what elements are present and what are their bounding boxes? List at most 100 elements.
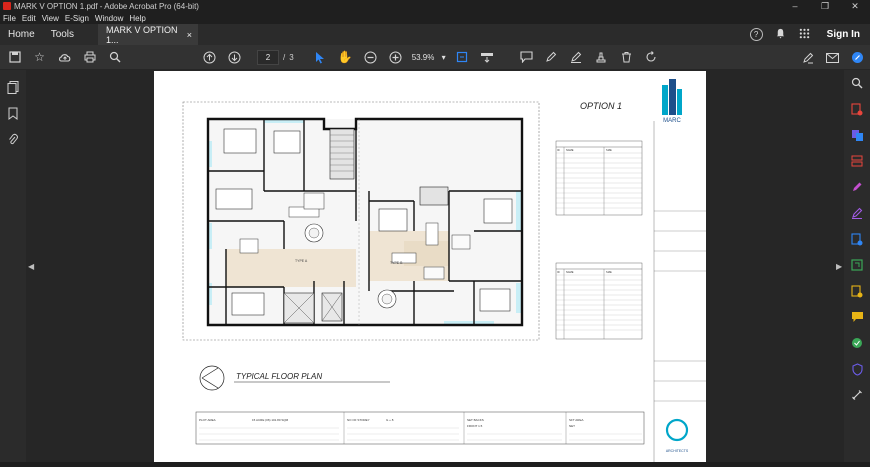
cloud-upload-icon[interactable] bbox=[52, 45, 77, 70]
export-pdf-icon[interactable] bbox=[844, 252, 870, 278]
pdf-app-icon bbox=[3, 2, 11, 10]
bookmark-star-icon[interactable]: ☆ bbox=[27, 45, 52, 70]
firm-name: MARC bbox=[663, 118, 681, 124]
scan-ocr-icon[interactable] bbox=[844, 330, 870, 356]
title-block: MARC ARCHITECTS bbox=[653, 79, 706, 462]
collapse-right-panel-icon[interactable]: ▶ bbox=[836, 262, 842, 271]
chevron-down-icon: ▾ bbox=[441, 52, 446, 62]
option-title: OPTION 1 bbox=[580, 101, 622, 111]
summary-storey-label: NO OF STOREY bbox=[347, 418, 370, 422]
add-comment-icon[interactable] bbox=[844, 304, 870, 330]
comment-icon[interactable] bbox=[514, 45, 539, 70]
area-table-type-b: ID NAME SIZE bbox=[555, 262, 643, 340]
sign-pen-icon[interactable] bbox=[795, 45, 820, 70]
tab-tools[interactable]: Tools bbox=[43, 24, 82, 45]
menu-bar: File Edit View E-Sign Window Help bbox=[0, 12, 870, 24]
menu-edit[interactable]: Edit bbox=[19, 14, 39, 23]
hand-pan-icon[interactable]: ✋ bbox=[333, 45, 358, 70]
tab-home[interactable]: Home bbox=[0, 24, 43, 45]
highlight-pen-icon[interactable] bbox=[539, 45, 564, 70]
combine-files-icon[interactable] bbox=[844, 122, 870, 148]
table-b-col-size: SIZE bbox=[606, 270, 612, 274]
table-a-col-id: ID bbox=[557, 148, 560, 152]
menu-file[interactable]: File bbox=[0, 14, 19, 23]
table-a-col-size: SIZE bbox=[606, 148, 612, 152]
stamp-icon[interactable] bbox=[589, 45, 614, 70]
pdf-page: OPTION 1 TYPE A TYPE B ID NAME SIZE ID N… bbox=[154, 71, 706, 462]
left-sidebar bbox=[0, 70, 26, 462]
type-b-label: TYPE B bbox=[390, 261, 403, 265]
summary-table: PLOT AREA 15 ACRE (06) 101.80 SQM NO OF … bbox=[195, 411, 645, 445]
protect-shield-icon[interactable] bbox=[844, 356, 870, 382]
print-icon[interactable] bbox=[77, 45, 102, 70]
zoom-level-value: 53.9% bbox=[411, 52, 435, 62]
zoom-out-icon[interactable] bbox=[358, 45, 383, 70]
organize-pages-icon[interactable] bbox=[844, 148, 870, 174]
attachments-icon[interactable] bbox=[0, 126, 26, 152]
tab-document[interactable]: MARK V OPTION 1... × bbox=[98, 24, 199, 45]
share-link-icon[interactable] bbox=[845, 45, 870, 70]
page-separator: / bbox=[283, 52, 286, 62]
minimize-button[interactable]: – bbox=[780, 0, 810, 12]
type-a-label: TYPE A bbox=[295, 259, 308, 263]
toolbar-right bbox=[795, 45, 870, 70]
notification-bell-icon[interactable] bbox=[769, 28, 793, 42]
request-signature-icon[interactable] bbox=[844, 174, 870, 200]
create-pdf-icon[interactable] bbox=[844, 96, 870, 122]
header-right-controls: ? Sign In bbox=[744, 24, 870, 45]
save-icon[interactable] bbox=[2, 45, 27, 70]
fill-sign-icon[interactable] bbox=[844, 200, 870, 226]
menu-window[interactable]: Window bbox=[92, 14, 126, 23]
sign-in-button[interactable]: Sign In bbox=[816, 29, 870, 40]
search-icon[interactable] bbox=[102, 45, 127, 70]
delete-trash-icon[interactable] bbox=[614, 45, 639, 70]
marc-logo: MARC bbox=[662, 79, 682, 124]
tab-bar: Home Tools MARK V OPTION 1... × ? Sign I… bbox=[0, 24, 870, 45]
summary-setbacks-label: SET BACKS bbox=[467, 418, 484, 422]
plan-title: TYPICAL FLOOR PLAN bbox=[236, 372, 322, 381]
floor-plan: TYPE A TYPE B bbox=[206, 117, 524, 327]
comment-tool-icon[interactable] bbox=[844, 278, 870, 304]
summary-storey-value: G + 8 bbox=[386, 418, 394, 422]
main-toolbar: ☆ 2 / 3 ✋ 53.9% ▾ bbox=[0, 45, 870, 70]
scroll-mode-icon[interactable] bbox=[475, 45, 500, 70]
total-pages: 3 bbox=[289, 52, 294, 62]
close-window-button[interactable]: ✕ bbox=[840, 0, 870, 12]
close-tab-icon[interactable]: × bbox=[187, 30, 192, 40]
help-icon[interactable]: ? bbox=[749, 28, 763, 41]
menu-esign[interactable]: E-Sign bbox=[62, 14, 92, 23]
apps-grid-icon[interactable] bbox=[793, 28, 817, 42]
zoom-level-dropdown[interactable]: 53.9% ▾ bbox=[408, 53, 450, 62]
table-b-col-name: NAME bbox=[566, 270, 574, 274]
select-cursor-icon[interactable] bbox=[308, 45, 333, 70]
draw-icon[interactable] bbox=[564, 45, 589, 70]
plan-title-block: TYPICAL FLOOR PLAN bbox=[199, 365, 390, 391]
title-bar: MARK V OPTION 1.pdf - Adobe Acrobat Pro … bbox=[0, 0, 870, 12]
area-table-type-a: ID NAME SIZE bbox=[555, 140, 643, 216]
menu-help[interactable]: Help bbox=[126, 14, 148, 23]
summary-plot-area-value: 15 ACRE (06) 101.80 SQM bbox=[252, 418, 289, 422]
rotate-icon[interactable] bbox=[639, 45, 664, 70]
email-icon[interactable] bbox=[820, 45, 845, 70]
summary-setbacks-value: FRONT 1.5 bbox=[467, 424, 483, 428]
search-tools-icon[interactable] bbox=[844, 70, 870, 96]
summary-sft-value: NET bbox=[569, 424, 575, 428]
maximize-button[interactable]: ❐ bbox=[810, 0, 840, 12]
architects-circle-logo bbox=[665, 418, 689, 442]
window-controls: – ❐ ✕ bbox=[780, 0, 870, 12]
next-page-icon[interactable] bbox=[222, 45, 247, 70]
zoom-in-icon[interactable] bbox=[383, 45, 408, 70]
fit-page-icon[interactable] bbox=[450, 45, 475, 70]
page-number-input[interactable]: 2 bbox=[257, 49, 279, 65]
collapse-left-panel-icon[interactable]: ◀ bbox=[28, 262, 34, 271]
edit-pdf-icon[interactable] bbox=[844, 226, 870, 252]
tab-document-label: MARK V OPTION 1... bbox=[106, 24, 178, 45]
architects-label: ARCHITECTS bbox=[666, 449, 689, 453]
more-tools-icon[interactable] bbox=[844, 382, 870, 408]
bookmarks-icon[interactable] bbox=[0, 100, 26, 126]
page-thumbnails-icon[interactable] bbox=[0, 74, 26, 100]
table-a-col-name: NAME bbox=[566, 148, 574, 152]
summary-plot-area-label: PLOT AREA bbox=[199, 418, 216, 422]
menu-view[interactable]: View bbox=[39, 14, 62, 23]
previous-page-icon[interactable] bbox=[197, 45, 222, 70]
